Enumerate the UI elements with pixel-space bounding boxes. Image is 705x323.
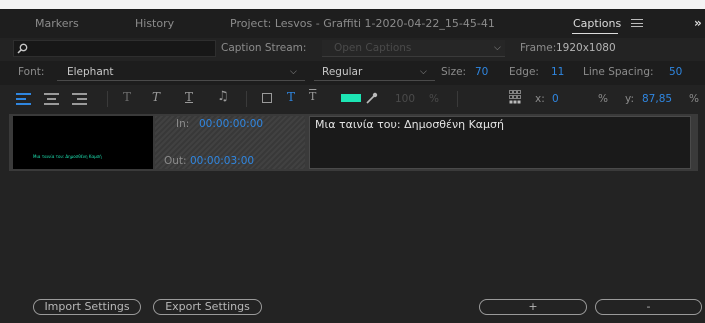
caption-stream-select[interactable]: Open Captions ⌵ <box>322 40 505 57</box>
tab-markers[interactable]: Markers <box>35 9 79 38</box>
in-label: In: <box>176 118 190 130</box>
eyedropper-icon[interactable] <box>366 92 378 104</box>
toolbar-separator <box>457 91 458 107</box>
search-icon <box>17 43 28 54</box>
chevron-down-icon: ⌵ <box>420 67 427 77</box>
window-top-edge <box>0 0 705 9</box>
caption-text: Μια ταινία του: Δημοσθένη Καμσή <box>315 118 504 131</box>
caption-text-field[interactable]: Μια ταινία του: Δημοσθένη Καμσή <box>309 116 691 169</box>
toolbar-separator <box>246 91 247 107</box>
add-caption-button[interactable]: + <box>479 299 587 315</box>
active-tab-indicator <box>572 33 618 34</box>
size-label: Size: <box>441 66 467 78</box>
in-time[interactable]: 00:00:00:00 <box>199 118 263 130</box>
chevron-down-icon: ⌵ <box>290 67 297 77</box>
align-right-icon[interactable] <box>72 93 87 105</box>
x-value[interactable]: 0 <box>552 93 559 105</box>
caption-stream-label: Caption Stream: <box>221 42 307 54</box>
out-label: Out: <box>164 155 187 167</box>
caption-timing: In: 00:00:00:00 Out: 00:00:03:00 <box>155 116 305 169</box>
font-family-value: Elephant <box>67 66 114 78</box>
edge-color-icon[interactable]: T <box>309 90 316 103</box>
caption-stream-value: Open Captions <box>334 42 412 54</box>
remove-caption-button[interactable]: - <box>595 299 702 315</box>
edge-label: Edge: <box>509 66 539 78</box>
font-family-select[interactable]: Elephant ⌵ <box>57 64 305 81</box>
background-box-icon[interactable] <box>262 93 272 103</box>
y-label: y: <box>625 93 634 105</box>
position-grid-icon[interactable] <box>509 90 521 104</box>
align-left-icon[interactable] <box>16 93 31 105</box>
y-unit: % <box>689 93 699 105</box>
music-note-icon[interactable]: ♫ <box>217 89 229 104</box>
align-center-icon[interactable] <box>44 93 59 105</box>
font-style-select[interactable]: Regular ⌵ <box>314 64 435 81</box>
font-style-value: Regular <box>322 66 363 78</box>
italic-text-icon[interactable]: T <box>152 90 160 104</box>
line-spacing-value[interactable]: 50 <box>669 66 682 78</box>
panel-menu-icon[interactable] <box>631 19 643 27</box>
panel-tab-bar: Markers History Project: Lesvos - Graffi… <box>0 9 705 38</box>
tab-project[interactable]: Project: Lesvos - Graffiti 1-2020-04-22_… <box>230 9 495 38</box>
import-settings-button[interactable]: Import Settings <box>33 299 141 315</box>
size-value[interactable]: 70 <box>475 66 488 78</box>
out-time[interactable]: 00:00:03:00 <box>190 155 254 167</box>
panel-overflow-icon[interactable]: » <box>694 16 702 30</box>
y-value[interactable]: 87,85 <box>642 93 672 105</box>
x-unit: % <box>598 93 608 105</box>
font-label: Font: <box>18 66 45 78</box>
x-label: x: <box>535 93 545 105</box>
tab-history[interactable]: History <box>135 9 174 38</box>
bold-text-icon[interactable]: T <box>123 90 131 104</box>
frame-value: 1920x1080 <box>556 42 616 54</box>
opacity-unit: % <box>429 93 439 105</box>
edge-value[interactable]: 11 <box>551 66 564 78</box>
export-settings-button[interactable]: Export Settings <box>153 299 262 315</box>
caption-thumbnail: Μια ταινία του: Δημοσθένη Καμσή <box>13 116 153 169</box>
toolbar-separator <box>107 91 108 107</box>
underline-text-icon[interactable]: T <box>185 90 193 104</box>
line-spacing-label: Line Spacing: <box>583 66 654 78</box>
chevron-down-icon: ⌵ <box>494 43 501 53</box>
fill-color-swatch[interactable] <box>341 94 361 102</box>
frame-label: Frame: <box>520 42 557 54</box>
opacity-value[interactable]: 100 <box>395 93 415 105</box>
search-input[interactable] <box>13 40 216 57</box>
text-color-icon[interactable]: T <box>287 90 295 104</box>
thumbnail-caption-text: Μια ταινία του: Δημοσθένη Καμσή <box>33 154 102 159</box>
